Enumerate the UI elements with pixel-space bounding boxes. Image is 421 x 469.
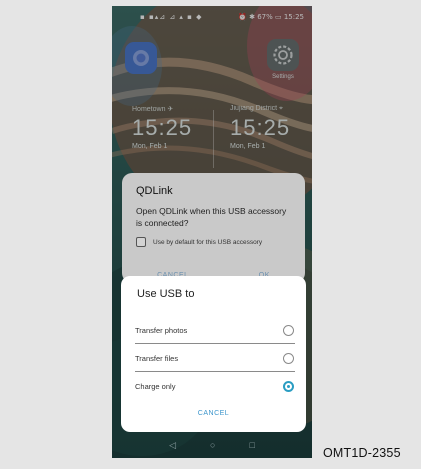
default-checkbox[interactable] [136, 237, 146, 247]
option-transfer-photos[interactable]: Transfer photos [121, 316, 306, 344]
option-label: Charge only [135, 381, 176, 391]
radio-button[interactable] [283, 324, 294, 336]
qdlink-dialog: QDLink Open QDLink when this USB accesso… [122, 173, 305, 283]
use-usb-dialog: Use USB to Transfer photos Transfer file… [121, 276, 306, 432]
phone-screen: ▪ ▪▴⊿ ⊿ ▴ ▪ ◆ ⏰ ✱ 67% ▭ 15:25 Settings H… [112, 6, 312, 458]
default-checkbox-label: Use by default for this USB accessory [153, 238, 263, 246]
option-label: Transfer photos [135, 325, 188, 335]
navigation-bar: ◁ ○ □ [112, 432, 312, 458]
qdlink-dialog-title: QDLink [136, 185, 173, 197]
option-charge-only[interactable]: Charge only [121, 372, 306, 400]
figure-frame: ▪ ▪▴⊿ ⊿ ▴ ▪ ◆ ⏰ ✱ 67% ▭ 15:25 Settings H… [0, 0, 421, 469]
back-icon[interactable]: ◁ [169, 440, 176, 450]
option-label: Transfer files [135, 353, 179, 363]
default-checkbox-row[interactable]: Use by default for this USB accessory [136, 237, 291, 247]
figure-caption: OMT1D-2355 [323, 446, 401, 460]
radio-button-selected[interactable] [283, 380, 294, 392]
radio-button[interactable] [283, 352, 294, 364]
usb-cancel-button[interactable]: CANCEL [121, 410, 306, 417]
qdlink-dialog-message: Open QDLink when this USB accessory is c… [136, 206, 287, 228]
home-icon[interactable]: ○ [210, 440, 215, 450]
option-transfer-files[interactable]: Transfer files [121, 344, 306, 372]
use-usb-dialog-title: Use USB to [137, 288, 195, 300]
recents-icon[interactable]: □ [249, 440, 254, 450]
